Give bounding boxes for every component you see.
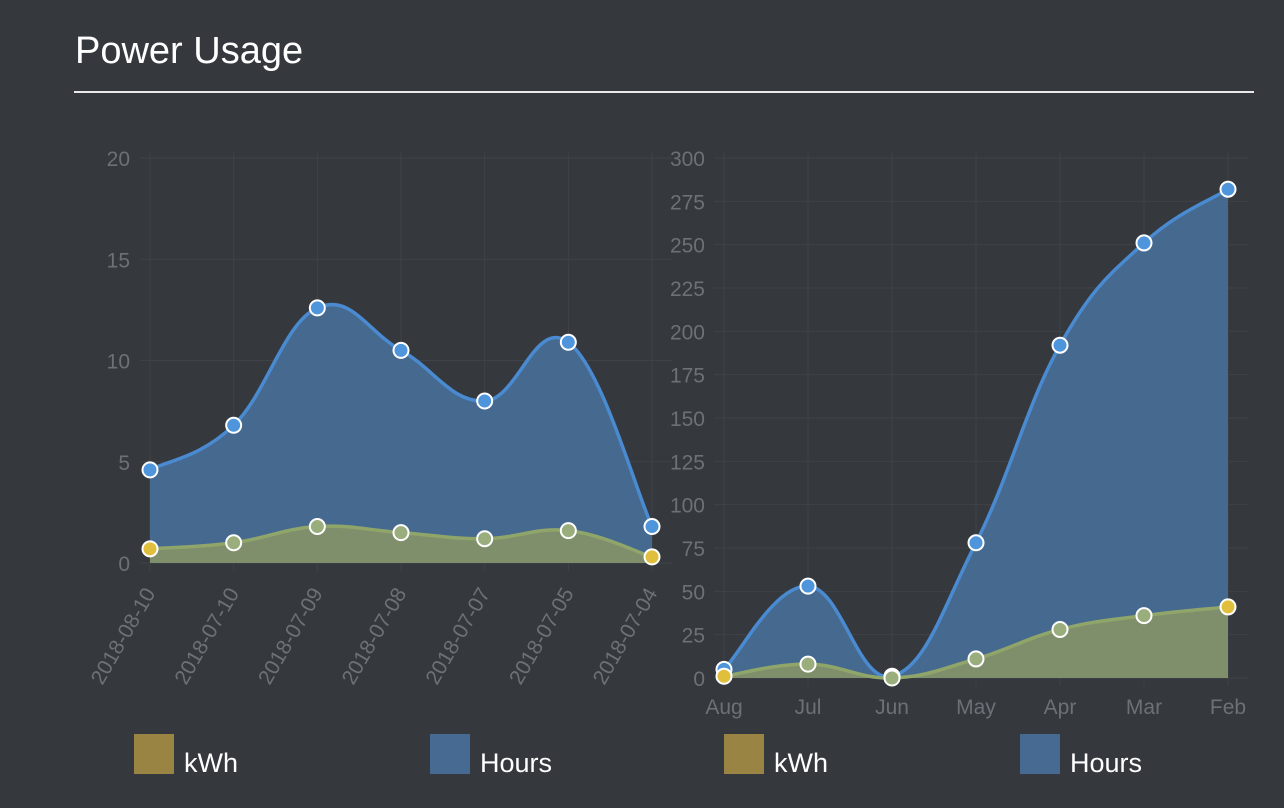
x-tick-label: May — [956, 696, 996, 719]
y-tick-label: 275 — [670, 191, 705, 214]
y-tick-label: 150 — [670, 408, 705, 431]
kwh-point — [643, 548, 661, 566]
kwh-point — [715, 667, 733, 685]
x-tick-label: 2018-07-05 — [505, 584, 579, 689]
x-tick-label: Apr — [1044, 696, 1077, 719]
hours-point — [476, 392, 494, 410]
y-tick-label: 15 — [107, 249, 130, 272]
kwh-point — [225, 534, 243, 552]
kwh-point — [1135, 607, 1153, 625]
x-tick-label: Aug — [705, 696, 742, 719]
y-tick-label: 200 — [670, 321, 705, 344]
kwh-point — [1219, 598, 1237, 616]
hours-swatch — [430, 734, 470, 774]
hours-point — [225, 416, 243, 434]
legend-label-hours: Hours — [1070, 748, 1143, 778]
y-tick-label: 5 — [118, 452, 130, 475]
hours-point — [392, 341, 410, 359]
kwh-point — [141, 540, 159, 558]
hours-point — [643, 518, 661, 536]
x-tick-label: Feb — [1210, 696, 1246, 719]
x-tick-label: 2018-07-10 — [170, 584, 244, 689]
y-tick-label: 0 — [693, 668, 705, 691]
y-tick-label: 250 — [670, 235, 705, 258]
hours-point — [308, 299, 326, 317]
hours-point — [559, 333, 577, 351]
x-tick-label: 2018-07-08 — [338, 584, 412, 689]
hours-point — [1051, 336, 1069, 354]
kwh-point — [799, 655, 817, 673]
legend-label-kwh: kWh — [774, 748, 828, 778]
y-tick-label: 75 — [682, 538, 705, 561]
x-tick-label: Mar — [1126, 696, 1162, 719]
kwh-point — [476, 530, 494, 548]
power-usage-page: Power Usage 0 5 10 15 20 2018-08-10 2018-07-10… — [0, 0, 1284, 808]
hours-point — [1135, 234, 1153, 252]
y-tick-label: 300 — [670, 148, 705, 171]
kwh-point — [392, 524, 410, 542]
hours-point — [799, 577, 817, 595]
y-tick-label: 125 — [670, 451, 705, 474]
kwh-point — [883, 669, 901, 687]
kwh-point — [1051, 620, 1069, 638]
y-tick-label: 225 — [670, 278, 705, 301]
daily-power-chart: 051015202018-08-10 2018-07-10 2018-07-09 20… — [87, 148, 672, 689]
y-tick-label: 50 — [682, 581, 705, 604]
x-tick-label: 2018-07-09 — [254, 584, 328, 689]
y-tick-label: 100 — [670, 495, 705, 518]
hours-point — [967, 534, 985, 552]
y-tick-label: 10 — [107, 351, 130, 374]
hours-point — [141, 461, 159, 479]
x-tick-label: 2018-08-10 — [87, 584, 161, 689]
legend-label-hours: Hours — [480, 748, 553, 778]
x-tick-label: 2018-07-04 — [589, 584, 663, 689]
hours-point — [1219, 180, 1237, 198]
kwh-point — [559, 522, 577, 540]
x-tick-label: Jun — [875, 696, 909, 719]
hours-swatch — [1020, 734, 1060, 774]
x-tick-label: 2018-07-07 — [421, 584, 495, 689]
legend-label-kwh: kWh — [184, 748, 238, 778]
y-tick-label: 25 — [682, 625, 705, 648]
x-tick-label: Jul — [795, 696, 822, 719]
charts-canvas: 051015202018-08-10 2018-07-10 2018-07-09 20… — [87, 148, 1248, 719]
y-tick-label: 20 — [107, 148, 130, 171]
kwh-point — [308, 518, 326, 536]
kwh-swatch — [134, 734, 174, 774]
y-tick-label: 175 — [670, 365, 705, 388]
y-tick-label: 0 — [118, 553, 130, 576]
kwh-point — [967, 650, 985, 668]
monthly-power-chart: 0 25 50 75 100 125 150 175 200 225 250 275 300 Aug Jul… — [670, 148, 1248, 719]
kwh-swatch — [724, 734, 764, 774]
